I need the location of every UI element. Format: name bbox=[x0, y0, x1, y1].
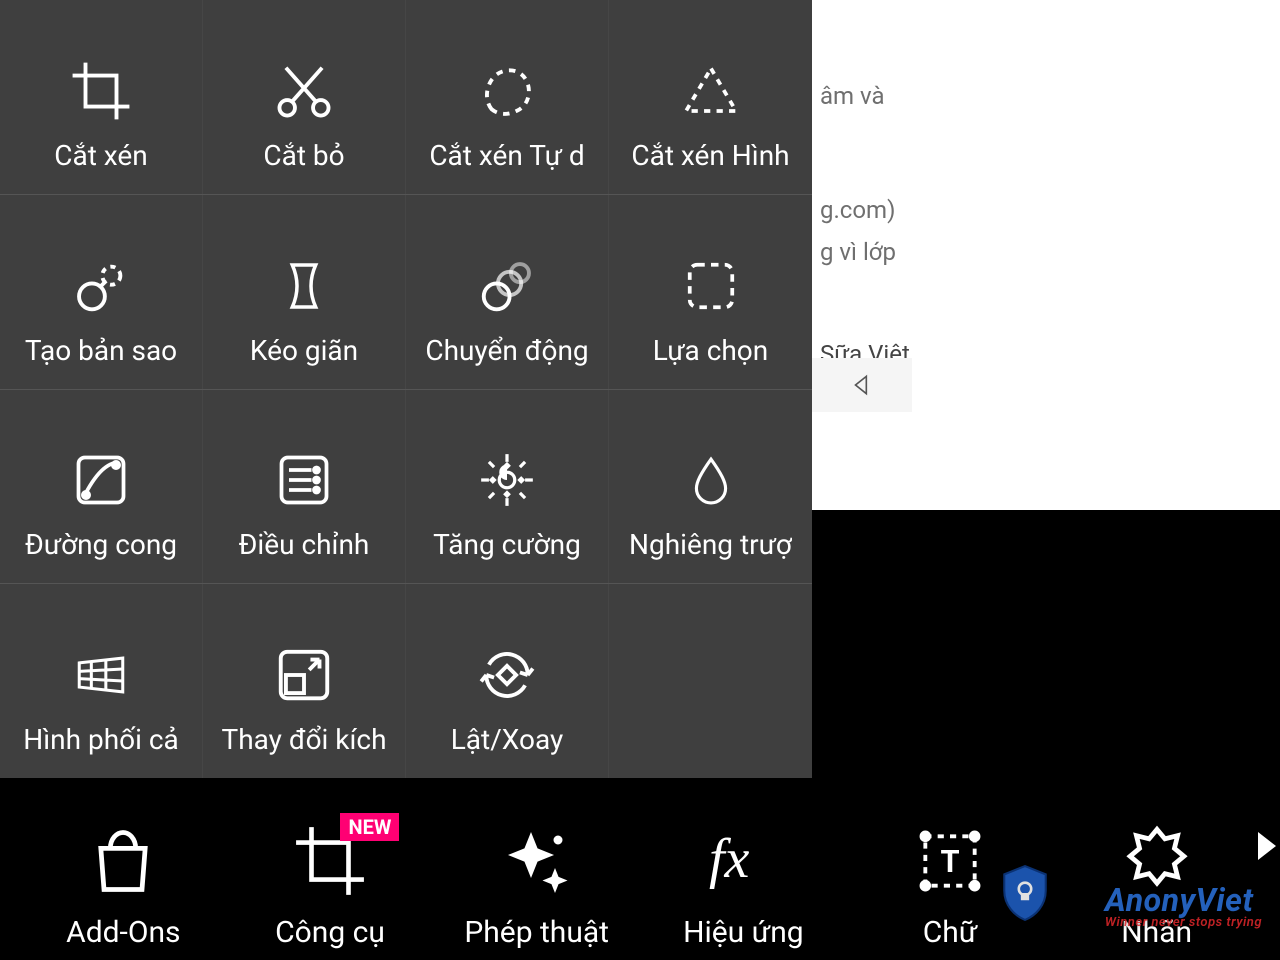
tool-label: Tăng cường bbox=[433, 528, 581, 561]
bottom-sticker[interactable]: Nhãn bbox=[1053, 821, 1260, 950]
fx-icon: fx bbox=[703, 821, 783, 901]
tool-perspective[interactable]: Hình phối cả bbox=[0, 584, 203, 778]
tool-label: Cắt xén Tự d bbox=[429, 139, 584, 172]
tool-label: Lựa chọn bbox=[653, 334, 769, 367]
tool-label: Đường cong bbox=[25, 528, 177, 561]
tool-row-4: Hình phối cả Thay đổi kích Lật/Xoay bbox=[0, 584, 812, 778]
tool-row-1: Cắt xén Cắt bỏ Cắt xén Tự d Cắt xén Hình bbox=[0, 0, 812, 195]
tool-label: Hình phối cả bbox=[23, 723, 179, 756]
bg-text-1: âm và bbox=[820, 82, 885, 110]
bottom-addons[interactable]: Add-Ons bbox=[20, 821, 227, 950]
tool-label: Cắt xén bbox=[54, 139, 148, 172]
tool-select[interactable]: Lựa chọn bbox=[609, 195, 812, 389]
tool-label: Lật/Xoay bbox=[451, 723, 564, 756]
lasso-icon bbox=[472, 61, 542, 121]
tool-crop[interactable]: Cắt xén bbox=[0, 0, 203, 194]
resize-icon bbox=[269, 645, 339, 705]
clone-stamp-icon bbox=[66, 256, 136, 316]
bottom-magic[interactable]: Phép thuật bbox=[433, 821, 640, 950]
text-box-icon: T bbox=[910, 821, 990, 901]
triangle-shape-icon bbox=[676, 61, 746, 121]
tool-motion[interactable]: Chuyển động bbox=[406, 195, 609, 389]
svg-text:fx: fx bbox=[709, 828, 750, 890]
shopping-bag-icon bbox=[83, 821, 163, 901]
bg-text-2: g.com) bbox=[820, 196, 895, 224]
tool-freeform-crop[interactable]: Cắt xén Tự d bbox=[406, 0, 609, 194]
bottom-toolbar: Add-Ons NEW Công cụ Phép thuật fx Hiệu ứ… bbox=[0, 778, 1280, 960]
bottom-label: Chữ bbox=[923, 915, 978, 950]
bottom-label: Hiệu ứng bbox=[683, 915, 804, 950]
scissors-icon bbox=[269, 61, 339, 121]
droplet-icon bbox=[676, 450, 746, 510]
tool-label: Cắt xén Hình bbox=[631, 139, 789, 172]
tool-label: Tạo bản sao bbox=[25, 334, 177, 367]
curves-icon bbox=[66, 450, 136, 510]
triangle-back-icon bbox=[849, 372, 875, 398]
rotate-icon bbox=[472, 645, 542, 705]
bottom-effects[interactable]: fx Hiệu ứng bbox=[640, 821, 847, 950]
crop-icon bbox=[66, 61, 136, 121]
tool-curves[interactable]: Đường cong bbox=[0, 390, 203, 584]
selection-icon bbox=[676, 256, 746, 316]
tool-label: Chuyển động bbox=[425, 334, 588, 367]
tool-label: Thay đổi kích bbox=[221, 723, 386, 756]
bg-text-3: g vì lớp bbox=[820, 238, 896, 266]
tool-resize[interactable]: Thay đổi kích bbox=[203, 584, 406, 778]
tool-row-2: Tạo bản sao Kéo giãn Chuyển động Lựa chọ… bbox=[0, 195, 812, 390]
tool-row-3: Đường cong Điều chỉnh Tăng cường Nghiêng… bbox=[0, 390, 812, 585]
bottom-label: Công cụ bbox=[275, 915, 385, 950]
tool-adjust[interactable]: Điều chỉnh bbox=[203, 390, 406, 584]
motion-blur-icon bbox=[472, 256, 542, 316]
tool-tilt-shift[interactable]: Nghiêng trượ bbox=[609, 390, 812, 584]
starburst-icon bbox=[1117, 821, 1197, 901]
tools-menu-panel: Cắt xén Cắt bỏ Cắt xén Tự d Cắt xén Hình bbox=[0, 0, 812, 778]
scroll-right-arrow[interactable] bbox=[1258, 832, 1276, 860]
tool-clone[interactable]: Tạo bản sao bbox=[0, 195, 203, 389]
tool-flip-rotate[interactable]: Lật/Xoay bbox=[406, 584, 609, 778]
tool-label: Nghiêng trượ bbox=[629, 528, 792, 561]
tool-stretch[interactable]: Kéo giãn bbox=[203, 195, 406, 389]
perspective-grid-icon bbox=[66, 645, 136, 705]
bottom-label: Phép thuật bbox=[464, 915, 609, 950]
sparkle-icon bbox=[497, 821, 577, 901]
new-badge: NEW bbox=[340, 813, 399, 841]
tool-label: Cắt bỏ bbox=[263, 139, 344, 172]
tool-label: Kéo giãn bbox=[250, 334, 358, 367]
stretch-icon bbox=[269, 256, 339, 316]
sliders-icon bbox=[269, 450, 339, 510]
svg-text:T: T bbox=[940, 843, 959, 880]
bottom-label: Nhãn bbox=[1121, 915, 1192, 950]
back-nav-button[interactable] bbox=[812, 358, 912, 412]
tool-label: Điều chỉnh bbox=[239, 528, 370, 561]
enhance-icon bbox=[472, 450, 542, 510]
tool-shape-crop[interactable]: Cắt xén Hình bbox=[609, 0, 812, 194]
tool-cut[interactable]: Cắt bỏ bbox=[203, 0, 406, 194]
bottom-tools[interactable]: NEW Công cụ bbox=[227, 821, 434, 950]
bottom-text[interactable]: T Chữ bbox=[847, 821, 1054, 950]
bottom-label: Add-Ons bbox=[66, 915, 180, 950]
tool-enhance[interactable]: Tăng cường bbox=[406, 390, 609, 584]
